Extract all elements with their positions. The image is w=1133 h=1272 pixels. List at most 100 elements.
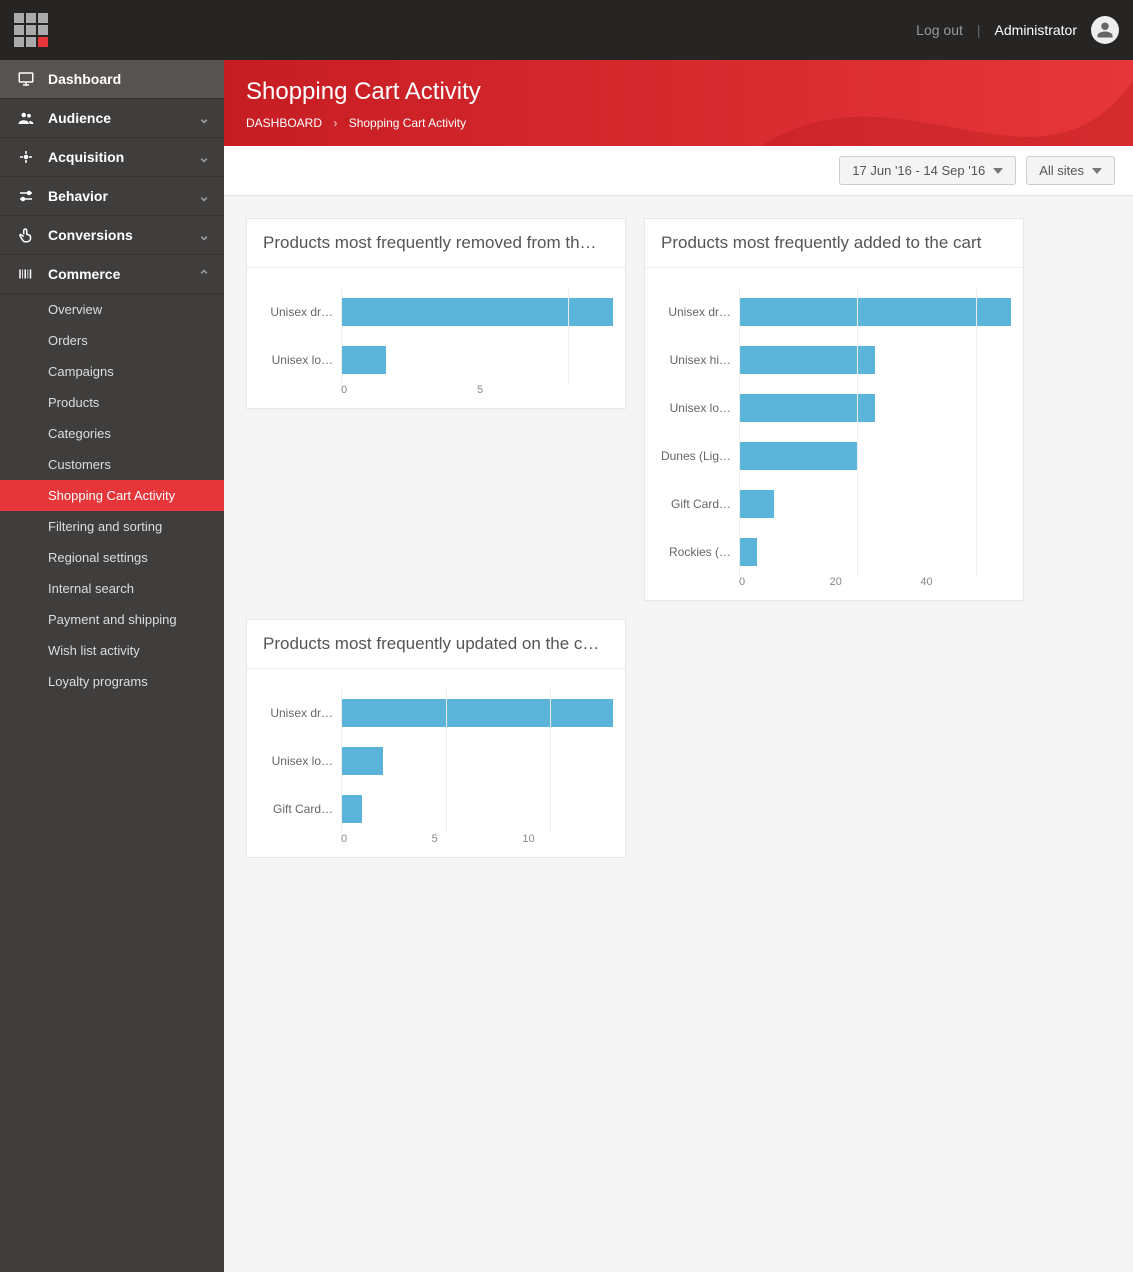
sidebar-item-acquisition[interactable]: Acquisition ⌄ [0,138,224,177]
axis-tick: 10 [522,833,613,845]
content: Products most frequently removed from th… [224,196,1133,880]
date-range-selector[interactable]: 17 Jun '16 - 14 Sep '16 [839,156,1016,185]
sidebar-item-audience[interactable]: Audience ⌄ [0,99,224,138]
bar-label: Dunes (Lig… [657,449,739,463]
bar [341,699,613,728]
bar-label: Gift Card… [259,802,341,816]
chevron-down-icon: ⌄ [198,188,210,205]
target-icon [14,148,38,166]
card-title: Products most frequently updated on the … [247,620,625,669]
sidebar-subitem[interactable]: Products [0,387,224,418]
bar-row: Unisex lo… [259,336,613,384]
bar [739,538,757,567]
bar-row: Gift Card… [259,785,613,833]
sidebar-subitem[interactable]: Shopping Cart Activity [0,480,224,511]
touch-icon [14,226,38,244]
sidebar-subitem[interactable]: Wish list activity [0,635,224,666]
card-title: Products most frequently added to the ca… [645,219,1023,268]
chevron-down-icon: ⌄ [198,110,210,127]
axis-tick: 20 [830,576,921,588]
sidebar-subitem[interactable]: Payment and shipping [0,604,224,635]
card-title: Products most frequently removed from th… [247,219,625,268]
sidebar-subitem[interactable]: Customers [0,449,224,480]
chart: Unisex dr… Unisex lo… 05 [247,268,625,408]
bar [739,490,774,519]
breadcrumb-current: Shopping Cart Activity [349,116,466,130]
sidebar-item-label: Audience [48,110,111,126]
chart-card: Products most frequently updated on the … [246,619,626,858]
sidebar-subitem[interactable]: Orders [0,325,224,356]
x-axis: 05 [341,384,613,396]
axis-tick: 0 [739,576,830,588]
site-selector[interactable]: All sites [1026,156,1115,185]
axis-tick: 5 [432,833,523,845]
axis-tick: 0 [341,833,432,845]
bar-label: Unisex lo… [259,353,341,367]
separator: | [977,22,981,38]
bar-row: Unisex dr… [259,689,613,737]
sidebar-subitem[interactable]: Loyalty programs [0,666,224,697]
app-logo-icon[interactable] [14,13,48,47]
bar-label: Unisex dr… [259,706,341,720]
x-axis: 02040 [739,576,1011,588]
bar [341,298,613,327]
bar-label: Unisex lo… [657,401,739,415]
bar-row: Unisex dr… [259,288,613,336]
sidebar-item-dashboard[interactable]: Dashboard [0,60,224,99]
chart: Unisex dr… Unisex lo… Gift Card… 0510 [247,669,625,857]
bar-row: Gift Card… [657,480,1011,528]
chevron-down-icon: ⌄ [198,227,210,244]
bar [341,795,362,824]
sidebar-subitem[interactable]: Categories [0,418,224,449]
bar-row: Rockies (… [657,528,1011,576]
bar-row: Unisex lo… [657,384,1011,432]
page-header: Shopping Cart Activity DASHBOARD › Shopp… [224,60,1133,146]
sidebar-subitem[interactable]: Overview [0,294,224,325]
bar-label: Unisex hi… [657,353,739,367]
axis-tick: 5 [477,384,613,396]
sidebar-item-label: Dashboard [48,71,121,87]
chevron-down-icon [1092,168,1102,174]
bar-row: Unisex lo… [259,737,613,785]
sidebar-subitem[interactable]: Filtering and sorting [0,511,224,542]
bar [739,298,1011,327]
sidebar-item-label: Acquisition [48,149,124,165]
avatar-icon[interactable] [1091,16,1119,44]
sidebar-item-label: Commerce [48,266,120,282]
breadcrumb-root[interactable]: DASHBOARD [246,116,322,130]
chart-card: Products most frequently added to the ca… [644,218,1024,601]
sidebar-item-behavior[interactable]: Behavior⌄ [0,177,224,216]
bar-row: Unisex dr… [657,288,1011,336]
bar [739,394,875,423]
sidebar-subitem[interactable]: Campaigns [0,356,224,387]
chart-card: Products most frequently removed from th… [246,218,626,409]
sidebar-item-commerce[interactable]: Commerce ⌄ [0,255,224,294]
bar-label: Unisex lo… [259,754,341,768]
barcode-icon [14,265,38,283]
chevron-down-icon: ⌄ [198,266,210,283]
users-icon [14,109,38,127]
bar-row: Unisex hi… [657,336,1011,384]
sliders-icon [14,187,38,205]
user-link[interactable]: Administrator [995,22,1077,38]
bar-row: Dunes (Lig… [657,432,1011,480]
monitor-icon [14,70,38,88]
axis-tick: 40 [920,576,1011,588]
chart: Unisex dr… Unisex hi… Unisex lo… Dunes (Lig… [645,268,1023,600]
bar-label: Unisex dr… [657,305,739,319]
sidebar-item-label: Conversions [48,227,133,243]
sidebar: DashboardAudience⌄Acquisition⌄Behavior⌄C… [0,60,224,1272]
sidebar-subitem[interactable]: Regional settings [0,542,224,573]
bar [739,346,875,375]
toolbar: 17 Jun '16 - 14 Sep '16 All sites [224,146,1133,196]
chevron-down-icon [993,168,1003,174]
bar [341,747,383,776]
bar-label: Rockies (… [657,545,739,559]
topbar: Log out | Administrator [0,0,1133,60]
sidebar-item-conversions[interactable]: Conversions ⌄ [0,216,224,255]
logout-link[interactable]: Log out [916,22,963,38]
main: Shopping Cart Activity DASHBOARD › Shopp… [224,60,1133,1272]
sidebar-subitem[interactable]: Internal search [0,573,224,604]
chevron-down-icon: ⌄ [198,149,210,166]
bar [739,442,857,471]
